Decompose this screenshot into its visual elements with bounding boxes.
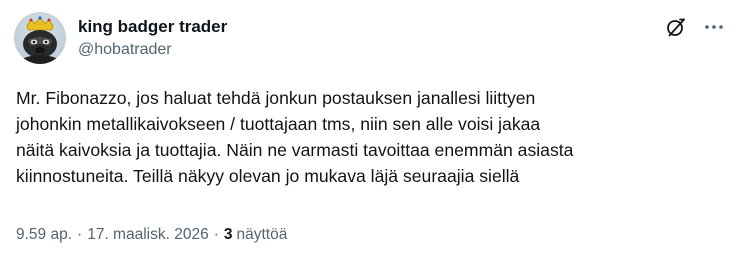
post-header: king badger trader @hobatrader <box>14 12 227 64</box>
meta-separator: · <box>77 226 83 243</box>
author-display-name[interactable]: king badger trader <box>78 16 227 38</box>
post-meta: 9.59 ap. · 17. maalisk. 2026 · 3 näyttöä <box>16 226 287 244</box>
views-label: näyttöä <box>236 226 288 243</box>
post-time[interactable]: 9.59 ap. <box>16 226 72 244</box>
views-count: 3 <box>223 226 233 243</box>
post-card: king badger trader @hobatrader Mr. Fibon… <box>0 0 747 257</box>
more-options-icon[interactable] <box>703 16 725 38</box>
badger-avatar-icon <box>23 16 57 64</box>
post-actions-top <box>665 16 725 38</box>
author-names: king badger trader @hobatrader <box>78 16 227 61</box>
author-handle[interactable]: @hobatrader <box>78 39 227 61</box>
post-text: Mr. Fibonazzo, jos haluat tehdä jonkun p… <box>16 88 574 186</box>
grok-icon[interactable] <box>665 16 687 38</box>
avatar[interactable] <box>14 12 66 64</box>
post-date[interactable]: 17. maalisk. 2026 <box>87 226 209 244</box>
meta-separator: · <box>213 226 219 243</box>
